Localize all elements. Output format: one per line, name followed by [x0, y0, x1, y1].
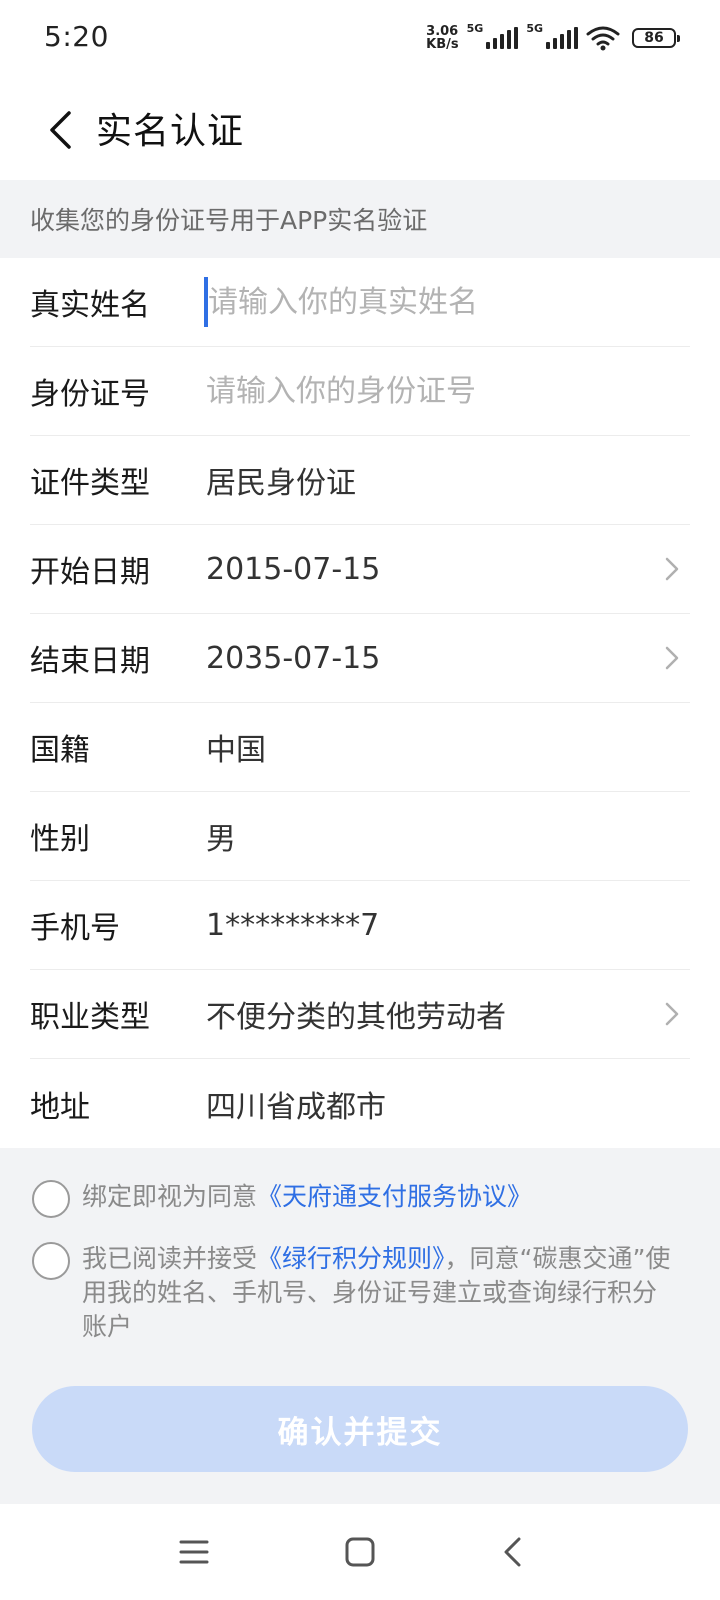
chevron-left-icon: [50, 111, 71, 149]
agreement-payment: 绑定即视为同意《天府通支付服务协议》: [32, 1180, 532, 1218]
points-agreement-line1: 我已阅读并接受《绿行积分规则》，同意“碳惠交通”使: [82, 1242, 682, 1276]
form-row-end-date[interactable]: 结束日期 2035-07-15: [30, 614, 690, 703]
end-date-value: 2035-07-15: [206, 640, 381, 676]
occupation-value: 不便分类的其他劳动者: [206, 1000, 506, 1035]
network-speed: 3.06 KB/s: [426, 25, 458, 51]
status-icons: 3.06 KB/s 5G 5G 86: [426, 22, 680, 54]
back-button[interactable]: [36, 106, 84, 154]
chevron-right-icon: [660, 646, 684, 670]
menu-icon: [179, 1540, 209, 1564]
phone-value: 1*********7: [206, 907, 380, 943]
gender-label: 性别: [30, 822, 90, 857]
page-title: 实名认证: [96, 111, 245, 152]
chevron-right-icon: [660, 1002, 684, 1026]
home-button[interactable]: [338, 1530, 382, 1574]
nav-back-button[interactable]: [490, 1530, 534, 1574]
status-time: 5:20: [44, 20, 109, 53]
nationality-label: 国籍: [30, 733, 90, 768]
menu-button[interactable]: [172, 1530, 216, 1574]
battery-icon: 86: [632, 28, 680, 48]
agreement-section: 绑定即视为同意《天府通支付服务协议》 我已阅读并接受《绿行积分规则》，同意“碳惠…: [0, 1148, 720, 1504]
nationality-value: 中国: [206, 733, 266, 768]
sim1-network-label: 5G: [466, 22, 484, 35]
points-agreement-line2: 用我的姓名、手机号、身份证号建立或查询绿行积分: [82, 1278, 658, 1307]
address-value: 四川省成都市: [206, 1089, 386, 1125]
chevron-right-icon: [660, 557, 684, 581]
form-row-id-number: 身份证号: [30, 347, 690, 436]
form-row-id-type: 证件类型 居民身份证: [30, 436, 690, 525]
address-label: 地址: [30, 1089, 90, 1125]
agreement-points: 我已阅读并接受《绿行积分规则》，同意“碳惠交通”使 用我的姓名、手机号、身份证号…: [32, 1242, 682, 1344]
real-name-input[interactable]: [204, 277, 690, 327]
points-agreement-line3: 账户: [82, 1312, 133, 1341]
form-row-address: 地址 四川省成都市: [30, 1059, 690, 1148]
payment-agreement-prefix: 绑定即视为同意: [82, 1182, 258, 1211]
id-number-input[interactable]: [206, 366, 690, 416]
signal-bars: [486, 27, 519, 49]
id-number-label: 身份证号: [30, 377, 150, 412]
system-nav-bar: [0, 1504, 720, 1600]
header: 实名认证: [0, 80, 720, 180]
payment-agreement-link[interactable]: 《天府通支付服务协议》: [257, 1182, 532, 1211]
points-rules-link[interactable]: 《绿行积分规则》: [257, 1244, 445, 1273]
home-square-icon: [345, 1537, 375, 1567]
sim2-network-label: 5G: [526, 22, 543, 35]
signal-bars: [546, 27, 578, 49]
id-type-label: 证件类型: [30, 466, 150, 501]
form-row-phone: 手机号 1*********7: [30, 881, 690, 970]
points-agreement-text: 我已阅读并接受《绿行积分规则》，同意“碳惠交通”使 用我的姓名、手机号、身份证号…: [82, 1242, 682, 1344]
battery-level: 86: [644, 30, 664, 46]
form-row-nationality: 国籍 中国: [30, 703, 690, 792]
signal-icon: 5G: [467, 22, 519, 49]
end-date-label: 结束日期: [30, 644, 150, 679]
id-type-value: 居民身份证: [206, 466, 356, 501]
payment-agreement-radio[interactable]: [32, 1180, 70, 1218]
wifi-icon: [586, 26, 620, 51]
back-triangle-icon: [504, 1537, 521, 1567]
real-name-label: 真实姓名: [30, 288, 150, 323]
points-agreement-prefix: 我已阅读并接受: [82, 1244, 258, 1273]
gender-value: 男: [206, 822, 236, 857]
start-date-label: 开始日期: [30, 555, 150, 590]
submit-button[interactable]: 确认并提交: [32, 1386, 688, 1472]
form-row-occupation[interactable]: 职业类型 不便分类的其他劳动者: [30, 970, 690, 1059]
points-agreement-suffix: ，同意“碳惠交通”使: [444, 1244, 671, 1273]
occupation-label: 职业类型: [30, 1000, 150, 1035]
status-bar: 5:20 3.06 KB/s 5G 5G 86: [0, 0, 720, 80]
network-speed-unit: KB/s: [426, 37, 459, 52]
payment-agreement-text: 绑定即视为同意《天府通支付服务协议》: [82, 1180, 532, 1214]
signal-icon: 5G: [526, 22, 578, 49]
notice-text: 收集您的身份证号用于APP实名验证: [0, 180, 720, 258]
form-row-start-date[interactable]: 开始日期 2015-07-15: [30, 525, 690, 614]
form-row-real-name: 真实姓名: [30, 258, 690, 347]
form-row-gender: 性别 男: [30, 792, 690, 881]
phone-label: 手机号: [30, 911, 120, 946]
start-date-value: 2015-07-15: [206, 551, 381, 587]
points-agreement-radio[interactable]: [32, 1242, 70, 1280]
verification-form: 真实姓名 身份证号 证件类型 居民身份证 开始日期 2015-07-15 结束日…: [0, 258, 720, 1148]
